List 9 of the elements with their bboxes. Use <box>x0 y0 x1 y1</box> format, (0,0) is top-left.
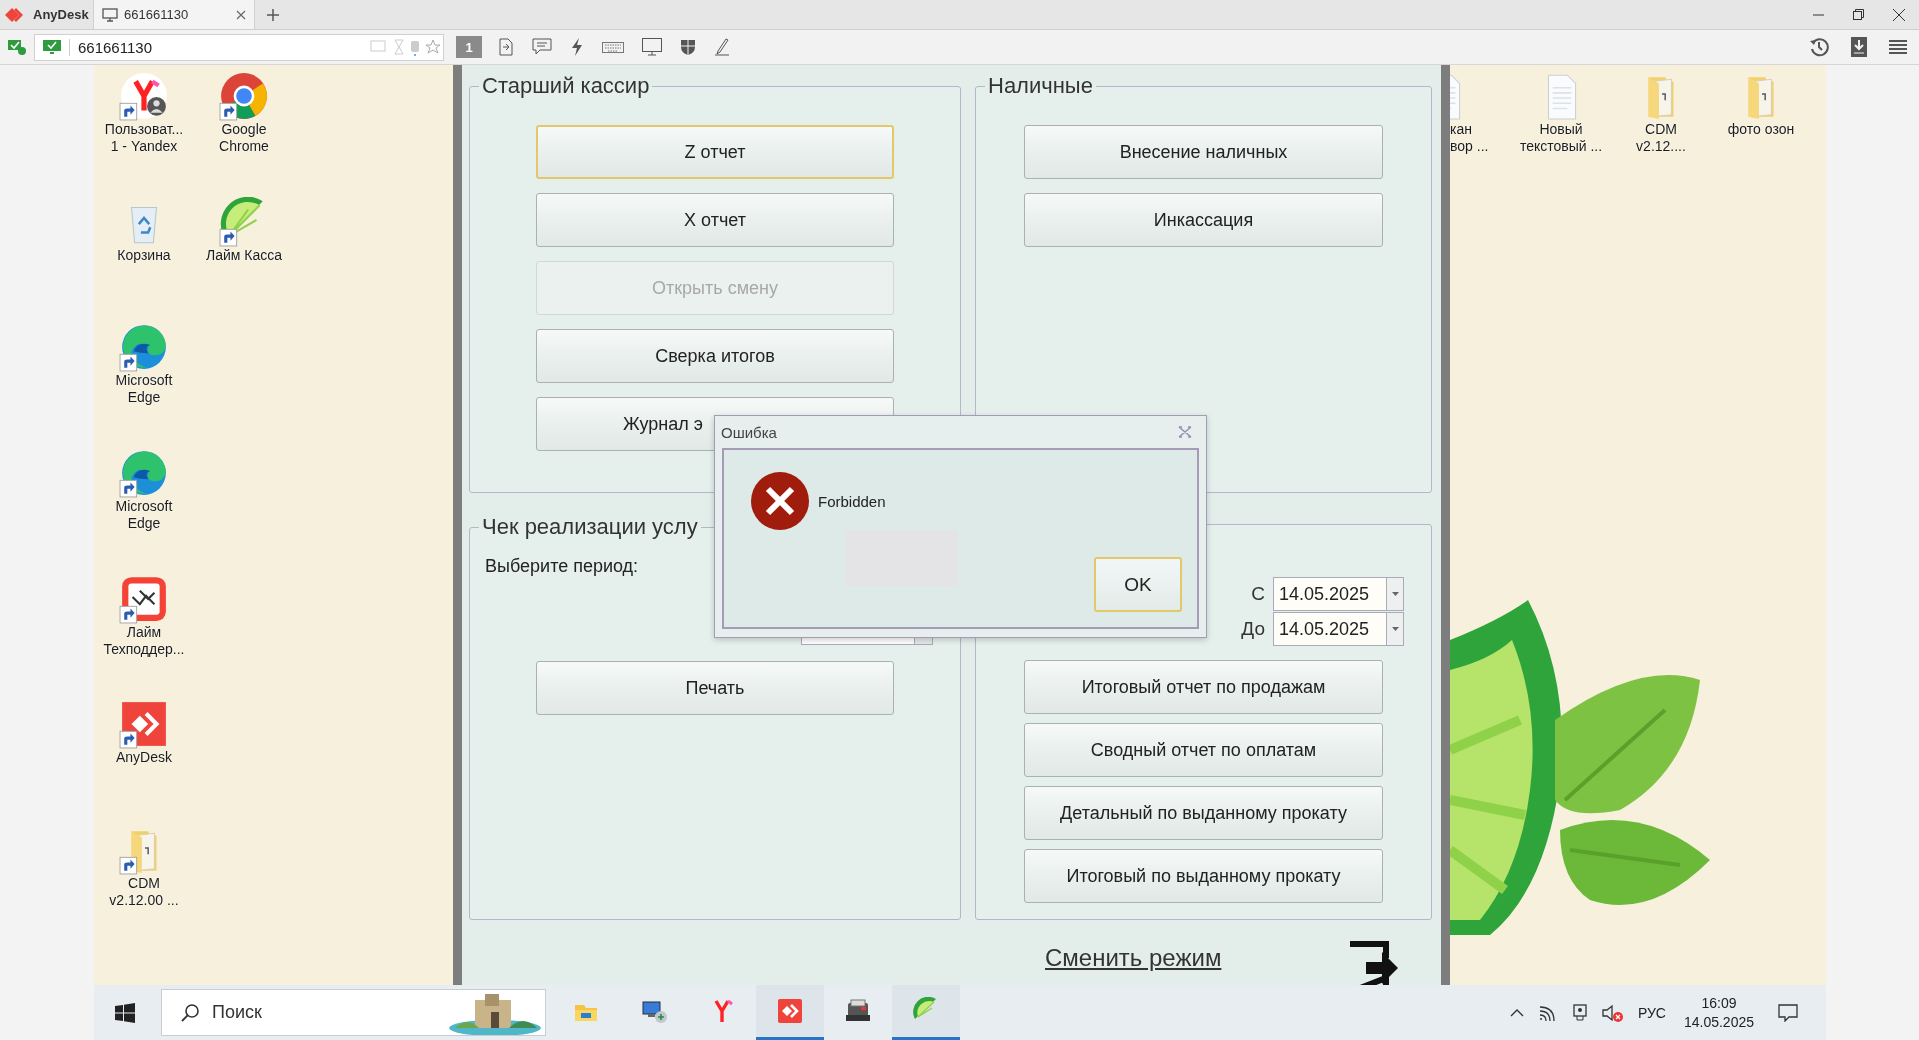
panel-title: Чек реализации услу <box>481 514 699 540</box>
panel-title: Старший кассир <box>481 73 651 99</box>
error-message: Forbidden <box>818 492 886 510</box>
dialog-title: Ошибка <box>721 423 777 441</box>
panel-title: Наличные <box>987 73 1094 99</box>
from-label: С <box>1251 583 1265 605</box>
period-label: Выберите период: <box>485 556 640 577</box>
app-name: AnyDesk <box>33 7 89 22</box>
to-label: До <box>1241 618 1265 640</box>
